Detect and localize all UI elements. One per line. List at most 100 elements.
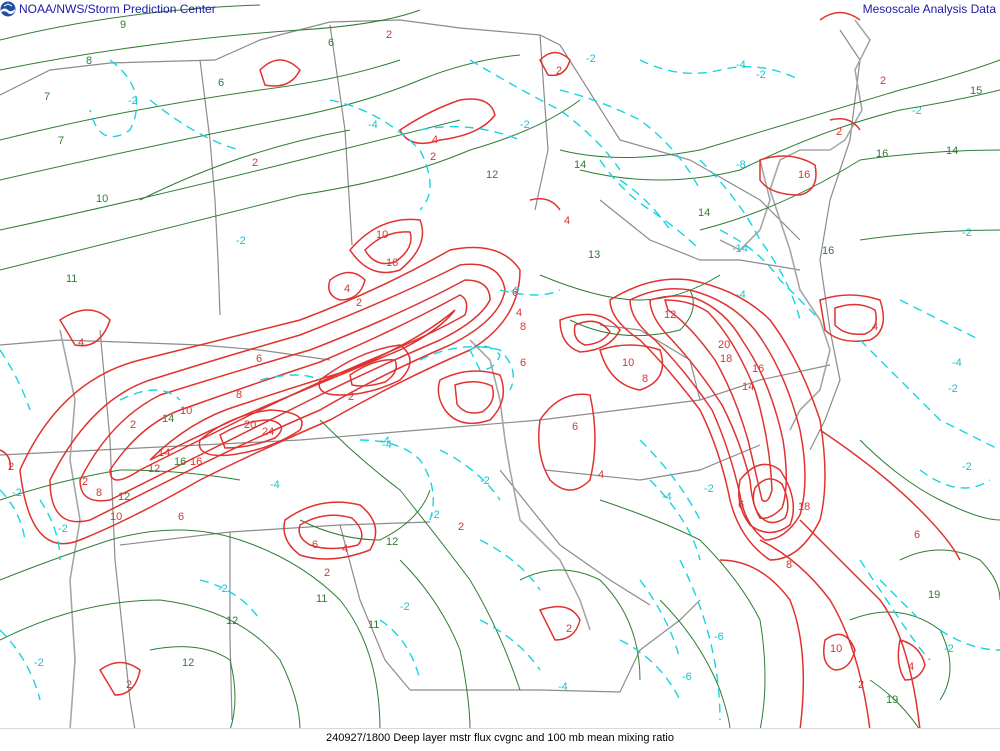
contour-label: 11 <box>368 619 379 631</box>
contour-label: 8 <box>786 559 792 571</box>
contour-label: 12 <box>486 169 498 181</box>
contour-label: -2 <box>510 285 520 297</box>
contour-label: 8 <box>520 321 526 333</box>
contour-label: -2 <box>236 235 246 247</box>
contour-label: 24 <box>262 426 274 438</box>
contour-label: 2 <box>252 157 258 169</box>
contour-label: 2 <box>858 679 864 691</box>
contour-label: -2 <box>944 643 954 655</box>
contour-label: -8 <box>736 159 746 171</box>
contour-label: -2 <box>586 53 596 65</box>
contour-label: 6 <box>738 499 744 511</box>
contour-label: 18 <box>720 353 732 365</box>
contour-label: 9 <box>120 19 126 31</box>
header-right-title: Mesoscale Analysis Data <box>862 2 996 16</box>
contour-label: -2 <box>962 227 972 239</box>
contour-label: 14 <box>742 381 754 393</box>
contour-label: 14 <box>162 413 174 425</box>
contour-label: -4 <box>736 289 746 301</box>
contour-label: 16 <box>386 257 398 269</box>
footer: 240927/1800 Deep layer mstr flux cvgnc a… <box>0 728 1000 751</box>
contour-label: 4 <box>908 661 914 673</box>
contour-label: 6 <box>914 529 920 541</box>
contour-label: 2 <box>130 419 136 431</box>
contour-label: -2 <box>34 657 44 669</box>
contour-label: 4 <box>432 134 438 146</box>
contour-label: -2 <box>520 119 530 131</box>
contour-label: -2 <box>430 509 440 521</box>
contour-label: 7 <box>58 135 64 147</box>
contour-label: 7 <box>44 91 50 103</box>
contour-label: 4 <box>344 283 350 295</box>
contour-label: 8 <box>96 487 102 499</box>
noaa-logo-icon <box>0 1 16 17</box>
contour-label: 16 <box>752 363 764 375</box>
contour-label: -4 <box>952 357 962 369</box>
contour-label: 12 <box>664 309 676 321</box>
contour-label: -2 <box>480 475 490 487</box>
contour-label: 8 <box>236 389 242 401</box>
contour-label: 12 <box>148 463 160 475</box>
contour-label: 13 <box>588 249 600 261</box>
contour-label: 19 <box>886 694 898 706</box>
header-left: NOAA/NWS/Storm Prediction Center <box>0 0 216 18</box>
contour-label: 6 <box>218 77 224 89</box>
contour-label: 4 <box>598 469 604 481</box>
contour-label: -6 <box>714 631 724 643</box>
contour-label: 10 <box>622 357 634 369</box>
contour-label: 2 <box>324 567 330 579</box>
contour-label: -2 <box>948 383 958 395</box>
contour-label: 10 <box>180 405 192 417</box>
contour-label: 10 <box>830 643 842 655</box>
header-left-title: NOAA/NWS/Storm Prediction Center <box>19 2 216 16</box>
contour-label: 16 <box>798 169 810 181</box>
contour-label: 12 <box>182 657 194 669</box>
contour-label: 4 <box>516 307 522 319</box>
contour-label: -6 <box>682 671 692 683</box>
contour-label: 6 <box>256 353 262 365</box>
weather-map: 9 6 8 7 7 10 11 6 12 14 14 14 15 16 14 1… <box>0 0 1000 750</box>
contour-label: 6 <box>520 357 526 369</box>
contour-label: 16 <box>174 456 186 468</box>
contour-label: 14 <box>698 207 710 219</box>
contour-label: -2 <box>704 483 714 495</box>
contour-label: 11 <box>316 593 327 605</box>
contour-label: -2 <box>58 523 68 535</box>
contour-label: 2 <box>82 476 88 488</box>
contour-label: 2 <box>348 391 354 403</box>
contour-label: 4 <box>342 543 348 555</box>
contour-label: -2 <box>912 105 922 117</box>
contour-label: 19 <box>928 589 940 601</box>
contour-label: 12 <box>226 615 238 627</box>
contour-label: 2 <box>556 65 562 77</box>
contour-label: 14 <box>574 159 586 171</box>
contour-label: 2 <box>430 151 436 163</box>
contour-label: -4 <box>558 681 568 693</box>
contour-label: 12 <box>386 536 398 548</box>
contour-label: -4 <box>736 59 746 71</box>
contour-label: 11 <box>66 273 77 285</box>
contour-label: -2 <box>756 69 766 81</box>
contour-label: 6 <box>572 421 578 433</box>
contour-label: 12 <box>118 491 130 503</box>
contour-label: 18 <box>798 501 810 513</box>
contour-label: 4 <box>78 337 84 349</box>
contour-label: 4 <box>872 321 878 333</box>
contour-label: 2 <box>836 126 842 138</box>
contour-label: 6 <box>312 539 318 551</box>
contour-label: 2 <box>458 521 464 533</box>
contour-label: 16 <box>822 245 834 257</box>
contour-label: -4 <box>270 479 280 491</box>
contour-label: 8 <box>86 55 92 67</box>
contour-label: 2 <box>880 75 886 87</box>
contour-label: -4 <box>662 491 672 503</box>
contour-label: 14 <box>158 447 170 459</box>
contour-label: -14 <box>732 243 748 255</box>
contour-label: -2 <box>128 95 138 107</box>
contour-label: -4 <box>380 435 390 447</box>
contour-label: -2 <box>12 487 22 499</box>
contour-label: 6 <box>328 37 334 49</box>
contour-label: -2 <box>400 601 410 613</box>
contour-label: 8 <box>642 373 648 385</box>
contour-label: 2 <box>386 29 392 41</box>
